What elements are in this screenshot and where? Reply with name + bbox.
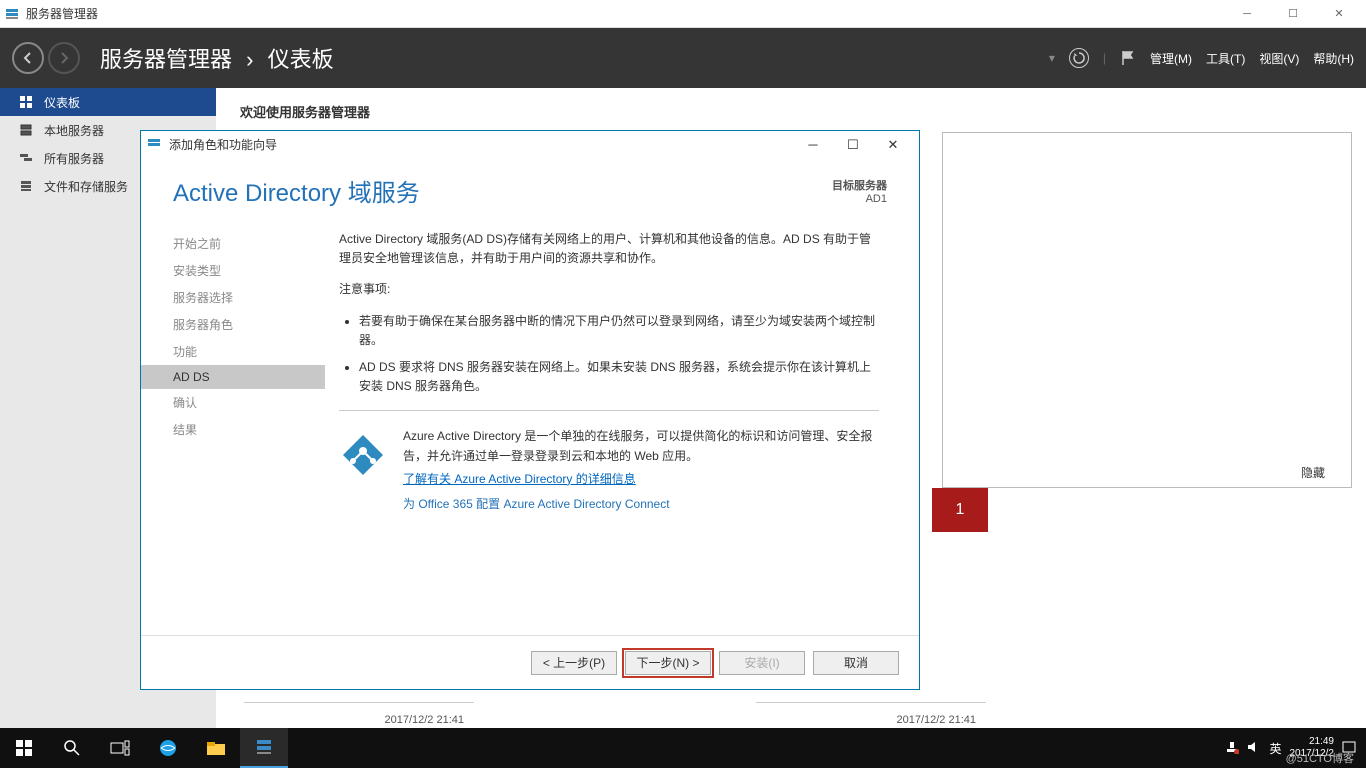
wizard-step-features[interactable]: 功能 xyxy=(141,338,325,365)
nav-back-button[interactable] xyxy=(12,42,44,74)
azure-learn-more-link[interactable]: 了解有关 Azure Active Directory 的详细信息 xyxy=(403,470,879,489)
sidebar-item-label: 仪表板 xyxy=(44,94,80,111)
cancel-button[interactable]: 取消 xyxy=(813,651,899,675)
watermark-text: @51CTO博客 xyxy=(1286,750,1354,766)
wizard-titlebar: 添加角色和功能向导 ─ ☐ ✕ xyxy=(141,131,919,159)
welcome-heading: 欢迎使用服务器管理器 xyxy=(240,102,1342,121)
nav-forward-button[interactable] xyxy=(48,42,80,74)
server-icon xyxy=(18,122,34,138)
outer-maximize-button[interactable]: ☐ xyxy=(1270,0,1316,28)
outer-window-title: 服务器管理器 xyxy=(26,5,1224,22)
task-view-button[interactable] xyxy=(96,728,144,768)
wizard-content: Active Directory 域服务(AD DS)存储有关网络上的用户、计算… xyxy=(325,224,919,635)
breadcrumb: 服务器管理器 › 仪表板 xyxy=(100,42,1049,74)
next-button[interactable]: 下一步(N) > xyxy=(625,651,711,675)
breadcrumb-app: 服务器管理器 xyxy=(100,47,232,72)
azure-ad-icon xyxy=(339,427,387,483)
wizard-step-installation-type[interactable]: 安装类型 xyxy=(141,257,325,284)
sidebar-item-label: 本地服务器 xyxy=(44,122,104,139)
wizard-note-label: 注意事项: xyxy=(339,280,879,299)
divider xyxy=(339,410,879,411)
menu-tools[interactable]: 工具(T) xyxy=(1206,50,1245,67)
sidebar-item-label: 文件和存储服务 xyxy=(44,178,128,195)
outer-window-titlebar: 服务器管理器 ─ ☐ ✕ xyxy=(0,0,1366,28)
dashboard-icon xyxy=(18,94,34,110)
taskbar-ie-icon[interactable] xyxy=(144,728,192,768)
wizard-step-results[interactable]: 结果 xyxy=(141,416,325,443)
servers-icon xyxy=(18,150,34,166)
install-button: 安装(I) xyxy=(719,651,805,675)
wizard-maximize-button[interactable]: ☐ xyxy=(833,134,873,156)
sidebar-item-dashboard[interactable]: 仪表板 xyxy=(0,88,216,116)
wizard-title: 添加角色和功能向导 xyxy=(169,136,793,153)
azure-description: Azure Active Directory 是一个单独的在线服务，可以提供简化… xyxy=(403,427,879,465)
wizard-step-ad-ds[interactable]: AD DS xyxy=(141,365,325,389)
menu-manage[interactable]: 管理(M) xyxy=(1150,50,1192,67)
wizard-notes-list: 若要有助于确保在某台服务器中断的情况下用户仍然可以登录到网络，请至少为域安装两个… xyxy=(359,312,879,397)
tray-network-icon[interactable] xyxy=(1225,740,1239,757)
outer-close-button[interactable]: ✕ xyxy=(1316,0,1362,28)
hide-link[interactable]: 隐藏 xyxy=(1301,464,1325,481)
wizard-step-server-selection[interactable]: 服务器选择 xyxy=(141,284,325,311)
wizard-heading: Active Directory 域服务 xyxy=(173,173,832,208)
add-roles-wizard-dialog: 添加角色和功能向导 ─ ☐ ✕ Active Directory 域服务 目标服… xyxy=(140,130,920,690)
sidebar-item-label: 所有服务器 xyxy=(44,150,104,167)
tray-volume-icon[interactable] xyxy=(1247,740,1261,757)
wizard-step-server-roles[interactable]: 服务器角色 xyxy=(141,311,325,338)
start-button[interactable] xyxy=(0,728,48,768)
flag-icon[interactable] xyxy=(1120,50,1136,66)
o365-configure-link[interactable]: 为 Office 365 配置 Azure Active Directory C… xyxy=(403,495,879,514)
wizard-note-item: 若要有助于确保在某台服务器中断的情况下用户仍然可以登录到网络，请至少为域安装两个… xyxy=(359,312,879,350)
tray-ime-indicator[interactable]: 英 xyxy=(1269,740,1281,757)
taskbar: 英 21:49 2017/12/2 @51CTO博客 xyxy=(0,728,1366,768)
wizard-intro-text: Active Directory 域服务(AD DS)存储有关网络上的用户、计算… xyxy=(339,230,879,268)
wizard-footer: < 上一步(P) 下一步(N) > 安装(I) 取消 xyxy=(141,635,919,689)
taskbar-explorer-icon[interactable] xyxy=(192,728,240,768)
wizard-note-item: AD DS 要求将 DNS 服务器安装在网络上。如果未安装 DNS 服务器，系统… xyxy=(359,358,879,396)
menu-view[interactable]: 视图(V) xyxy=(1259,50,1299,67)
refresh-icon[interactable] xyxy=(1069,48,1089,68)
storage-icon xyxy=(18,178,34,194)
breadcrumb-separator-icon: › xyxy=(246,47,253,72)
wizard-step-before-you-begin[interactable]: 开始之前 xyxy=(141,230,325,257)
taskbar-server-manager-icon[interactable] xyxy=(240,728,288,768)
wizard-steps: 开始之前 安装类型 服务器选择 服务器角色 功能 AD DS 确认 结果 xyxy=(141,224,325,635)
alert-tile[interactable]: 1 xyxy=(932,488,988,532)
server-manager-header: 服务器管理器 › 仪表板 ▾ | 管理(M) 工具(T) 视图(V) 帮助(H) xyxy=(0,28,1366,88)
server-manager-icon xyxy=(4,6,20,22)
outer-minimize-button[interactable]: ─ xyxy=(1224,0,1270,28)
wizard-target-server: 目标服务器 AD1 xyxy=(832,177,887,205)
search-button[interactable] xyxy=(48,728,96,768)
wizard-minimize-button[interactable]: ─ xyxy=(793,134,833,156)
wizard-close-button[interactable]: ✕ xyxy=(873,134,913,156)
wizard-icon xyxy=(147,137,163,153)
quick-start-panel: 隐藏 xyxy=(942,132,1352,488)
wizard-step-confirmation[interactable]: 确认 xyxy=(141,389,325,416)
menu-help[interactable]: 帮助(H) xyxy=(1313,50,1354,67)
breadcrumb-page: 仪表板 xyxy=(268,47,334,72)
previous-button[interactable]: < 上一步(P) xyxy=(531,651,617,675)
